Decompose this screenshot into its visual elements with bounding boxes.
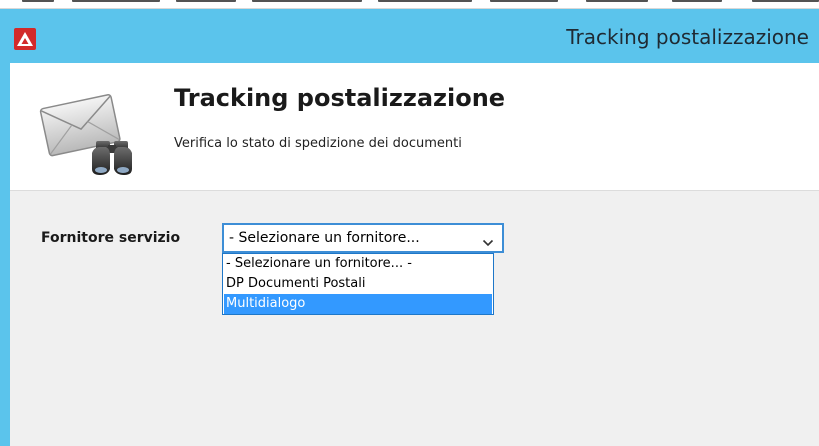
page-subtitle: Verifica lo stato di spedizione dei docu… <box>174 136 462 151</box>
page-title: Tracking postalizzazione <box>174 84 506 112</box>
provider-dropdown-list: - Selezionare un fornitore... - DP Docum… <box>222 253 494 315</box>
title-bar[interactable]: Tracking postalizzazione <box>0 9 819 63</box>
chevron-down-icon <box>482 233 494 247</box>
screen: Tracking postalizzazione Tracking postal… <box>0 0 819 446</box>
window-title: Tracking postalizzazione <box>566 25 809 49</box>
provider-option-placeholder[interactable]: - Selezionare un fornitore... - <box>224 254 492 274</box>
app-logo-icon <box>14 28 36 50</box>
window-content: Tracking postalizzazione Verifica lo sta… <box>10 63 819 446</box>
provider-label: Fornitore servizio <box>41 230 181 246</box>
provider-option-dp-documenti-postali[interactable]: DP Documenti Postali <box>224 274 492 294</box>
background-window-edge <box>0 0 819 9</box>
tracking-window: Tracking postalizzazione Tracking postal… <box>0 9 819 446</box>
provider-select-value: - Selezionare un fornitore... <box>229 230 420 246</box>
provider-option-multidialogo[interactable]: Multidialogo <box>224 294 492 314</box>
header-panel: Tracking postalizzazione Verifica lo sta… <box>10 63 819 191</box>
envelope-binoculars-icon <box>36 79 136 179</box>
provider-select[interactable]: - Selezionare un fornitore... <box>222 223 504 253</box>
